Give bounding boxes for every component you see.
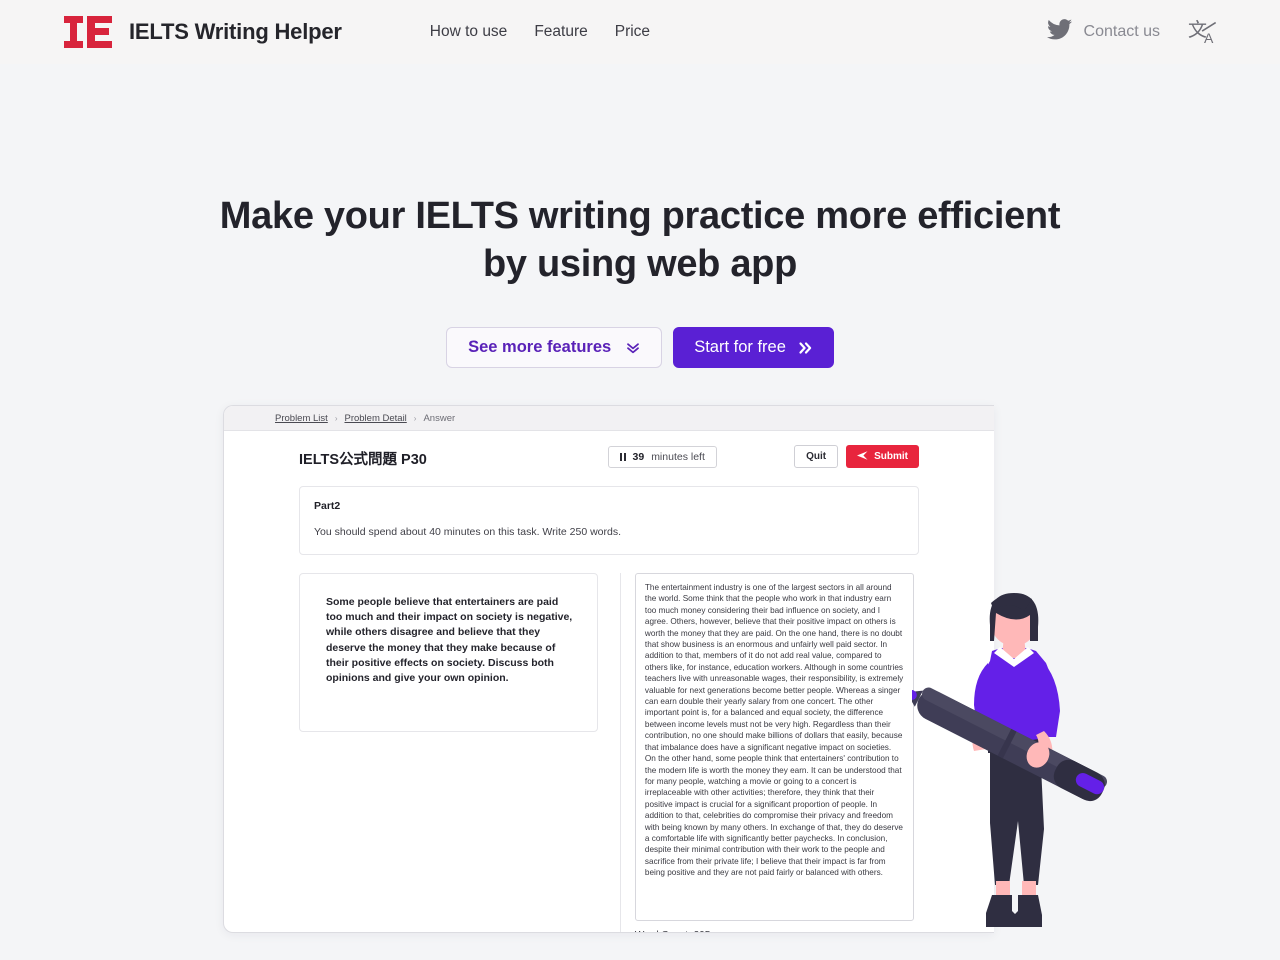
send-icon <box>857 450 868 463</box>
task-instruction-card: Part2 You should spend about 40 minutes … <box>299 486 919 555</box>
twitter-icon <box>1046 19 1072 45</box>
site-header: IELTS Writing Helper How to use Feature … <box>0 0 1280 64</box>
timer-minutes: 39 <box>632 451 645 463</box>
answer-text: The entertainment industry is one of the… <box>644 583 904 878</box>
nav-link-price[interactable]: Price <box>615 23 650 41</box>
see-more-features-button[interactable]: See more features <box>446 327 663 368</box>
quit-label: Quit <box>806 451 827 462</box>
brand-name: IELTS Writing Helper <box>129 19 342 44</box>
double-chevron-right-icon <box>798 341 813 355</box>
answer-panel: The entertainment industry is one of the… <box>619 573 919 932</box>
brand[interactable]: IELTS Writing Helper <box>64 14 342 50</box>
question-prompt-panel: Some people believe that entertainers ar… <box>299 573 598 732</box>
mockup-chrome-bar: Problem List › Problem Detail › Answer <box>224 406 994 431</box>
pause-icon <box>620 453 626 461</box>
cta-row: See more features Start for free <box>0 327 1280 368</box>
hero-title-line-1: Make your IELTS writing practice more ef… <box>219 195 1061 237</box>
problem-title: IELTS公式問題 P30 <box>299 452 427 468</box>
hero-title-line-2: by using web app <box>482 243 797 285</box>
timer-suffix: minutes left <box>651 451 705 463</box>
breadcrumb-problem-list[interactable]: Problem List <box>275 413 328 424</box>
word-count-label: Word Count: 295 <box>635 930 919 932</box>
part-description: You should spend about 40 minutes on thi… <box>314 526 622 538</box>
breadcrumb-separator-2: › <box>413 413 417 423</box>
breadcrumb-answer: Answer <box>423 412 456 424</box>
app-preview-mockup: Problem List › Problem Detail › Answer I… <box>223 405 994 933</box>
nav-link-feature[interactable]: Feature <box>534 23 587 41</box>
mockup-title-row: IELTS公式問題 P30 39 minutes left Quit Submi… <box>299 431 919 486</box>
header-right: Contact us 文 A <box>1046 0 1218 64</box>
nav-link-how-to-use[interactable]: How to use <box>430 23 508 41</box>
person-with-pen-illustration <box>906 585 1117 935</box>
contact-us-link[interactable]: Contact us <box>1046 19 1160 45</box>
see-more-features-label: See more features <box>468 338 612 356</box>
breadcrumb-separator-1: › <box>334 413 338 423</box>
start-for-free-button[interactable]: Start for free <box>673 327 834 368</box>
submit-label: Submit <box>874 451 908 462</box>
breadcrumb: Problem List › Problem Detail › Answer <box>275 413 455 424</box>
answer-workspace: Some people believe that entertainers ar… <box>299 573 919 932</box>
svg-text:A: A <box>1204 30 1214 46</box>
submit-button[interactable]: Submit <box>846 445 919 468</box>
start-for-free-label: Start for free <box>694 338 786 356</box>
mockup-body: IELTS公式問題 P30 39 minutes left Quit Submi… <box>224 431 994 932</box>
page-title: Make your IELTS writing practice more ef… <box>0 192 1280 288</box>
breadcrumb-problem-detail[interactable]: Problem Detail <box>344 413 406 424</box>
answer-textarea[interactable]: The entertainment industry is one of the… <box>634 573 914 921</box>
quit-button[interactable]: Quit <box>794 445 839 468</box>
mockup-actions: Quit Submit <box>794 445 919 468</box>
translate-icon[interactable]: 文 A <box>1188 18 1218 46</box>
part-label: Part2 <box>314 500 341 512</box>
main-nav: How to use Feature Price <box>430 23 650 41</box>
contact-us-label: Contact us <box>1083 23 1160 40</box>
ie-logo-icon <box>64 14 112 50</box>
question-prompt-text: Some people believe that entertainers ar… <box>326 596 573 685</box>
double-chevron-down-icon <box>626 341 640 355</box>
timer-badge[interactable]: 39 minutes left <box>608 446 717 468</box>
